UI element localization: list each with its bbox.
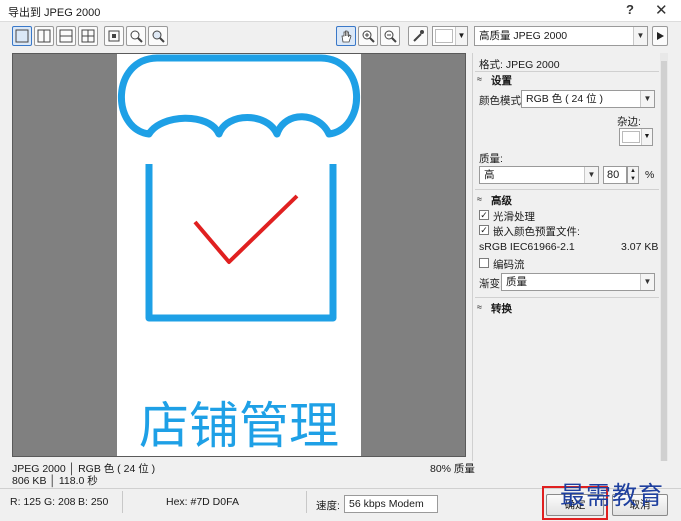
expand-icon[interactable]: ≈ [477, 302, 482, 312]
two-view-horizontal-button[interactable] [56, 26, 76, 46]
speed-select[interactable]: 56 kbps Modem [344, 495, 438, 513]
codestream-label: 编码流 [493, 259, 525, 271]
zoom-out-button[interactable] [380, 26, 400, 46]
color-g: G: 208 [44, 496, 76, 508]
title-bar: 导出到 JPEG 2000 ? ✕ [0, 0, 681, 22]
single-view-button[interactable] [12, 26, 32, 46]
smooth-checkbox[interactable]: ✓ [479, 210, 489, 220]
collapse-icon[interactable]: ≈ [477, 74, 482, 84]
quality-unit: % [645, 169, 655, 181]
zoom-full-icon [152, 30, 165, 43]
zoom-out-icon [384, 30, 397, 43]
color-b: B: 250 [78, 496, 109, 508]
speed-label: 速度: [316, 500, 340, 512]
chevron-down-icon: ▼ [640, 274, 654, 290]
matte-label: 杂边: [617, 116, 641, 128]
preset-select[interactable]: 高质量 JPEG 2000 ▼ [474, 26, 648, 46]
chevron-down-icon: ▼ [455, 27, 467, 45]
check-mark [193, 194, 299, 264]
preset-value: 高质量 JPEG 2000 [479, 30, 568, 42]
color-mode-select[interactable]: RGB 色 ( 24 位 ) ▼ [521, 90, 655, 108]
eyedropper-icon [413, 30, 424, 42]
quality-number-input[interactable]: 80 [603, 166, 627, 184]
profile-size: 3.07 KB [621, 241, 659, 253]
collapse-icon[interactable]: ≈ [477, 194, 482, 204]
codestream-checkbox[interactable] [479, 258, 489, 268]
chevron-down-icon: ▼ [633, 27, 647, 45]
zoom-full-button[interactable] [148, 26, 168, 46]
color-mode-label: 颜色模式: [479, 95, 524, 107]
window-title: 导出到 JPEG 2000 [8, 7, 101, 19]
two-view-vertical-icon [37, 29, 51, 43]
matte-color-dropdown[interactable]: ▼ [619, 128, 653, 146]
zoom-in-button[interactable] [358, 26, 378, 46]
watermark-text: 最需教育 [560, 481, 665, 510]
status-quality: 80% 质量 [430, 463, 475, 475]
two-view-vertical-button[interactable] [34, 26, 54, 46]
progression-value: 质量 [506, 276, 527, 288]
status-size: 806 KB │ 118.0 秒 [12, 475, 98, 487]
eyedropper-button[interactable] [408, 26, 428, 46]
settings-heading[interactable]: 设置 [491, 73, 512, 88]
play-icon [657, 32, 664, 40]
four-view-icon [81, 29, 95, 43]
fit-page-button[interactable] [104, 26, 124, 46]
play-button[interactable] [652, 26, 668, 46]
zoom-to-fit-icon [130, 30, 143, 43]
advanced-heading[interactable]: 高级 [491, 193, 512, 208]
profile-name: sRGB IEC61966-2.1 [479, 241, 575, 253]
close-button[interactable]: ✕ [655, 1, 668, 19]
preview-area[interactable]: 店铺管理 [12, 53, 466, 457]
color-hex: Hex: #7D D0FA [166, 496, 239, 508]
progression-label: 渐变: [479, 278, 503, 290]
panel-scrollbar[interactable] [660, 53, 668, 461]
speed-value: 56 kbps Modem [349, 498, 424, 510]
two-view-horizontal-icon [59, 29, 73, 43]
transform-heading[interactable]: 转换 [491, 301, 512, 316]
quality-select[interactable]: 高 ▼ [479, 166, 599, 184]
chevron-down-icon: ▼ [584, 167, 598, 183]
hand-icon [341, 30, 352, 43]
embed-profile-label: 嵌入颜色预置文件: [493, 226, 580, 238]
quality-value: 高 [484, 169, 495, 181]
quality-stepper[interactable]: ▲ ▼ [627, 166, 639, 184]
chevron-down-icon: ▼ [641, 129, 652, 145]
help-button[interactable]: ? [626, 2, 634, 17]
single-view-icon [15, 29, 29, 43]
color-swatch-icon [435, 29, 453, 43]
fit-page-icon [108, 30, 120, 42]
hat-outline [117, 54, 361, 138]
color-swatch-dropdown[interactable]: ▼ [432, 26, 468, 46]
color-r: R: 125 [10, 496, 41, 508]
zoom-in-icon [362, 30, 375, 43]
progression-select[interactable]: 质量 ▼ [501, 273, 655, 291]
hand-tool-button[interactable] [336, 26, 356, 46]
matte-swatch [622, 131, 640, 143]
zoom-to-fit-button[interactable] [126, 26, 146, 46]
smooth-label: 光滑处理 [493, 211, 535, 223]
box-outline [145, 164, 337, 322]
format-label: 格式: JPEG 2000 [479, 59, 560, 71]
four-view-button[interactable] [78, 26, 98, 46]
canvas-caption: 店铺管理 [139, 397, 339, 455]
preview-canvas: 店铺管理 [117, 54, 361, 456]
embed-profile-checkbox[interactable]: ✓ [479, 225, 489, 235]
settings-panel: 格式: JPEG 2000 ≈ 设置 颜色模式: RGB 色 ( 24 位 ) … [472, 53, 668, 461]
color-mode-value: RGB 色 ( 24 位 ) [526, 93, 604, 105]
quality-label: 质量: [479, 153, 503, 165]
chevron-down-icon: ▼ [640, 91, 654, 107]
